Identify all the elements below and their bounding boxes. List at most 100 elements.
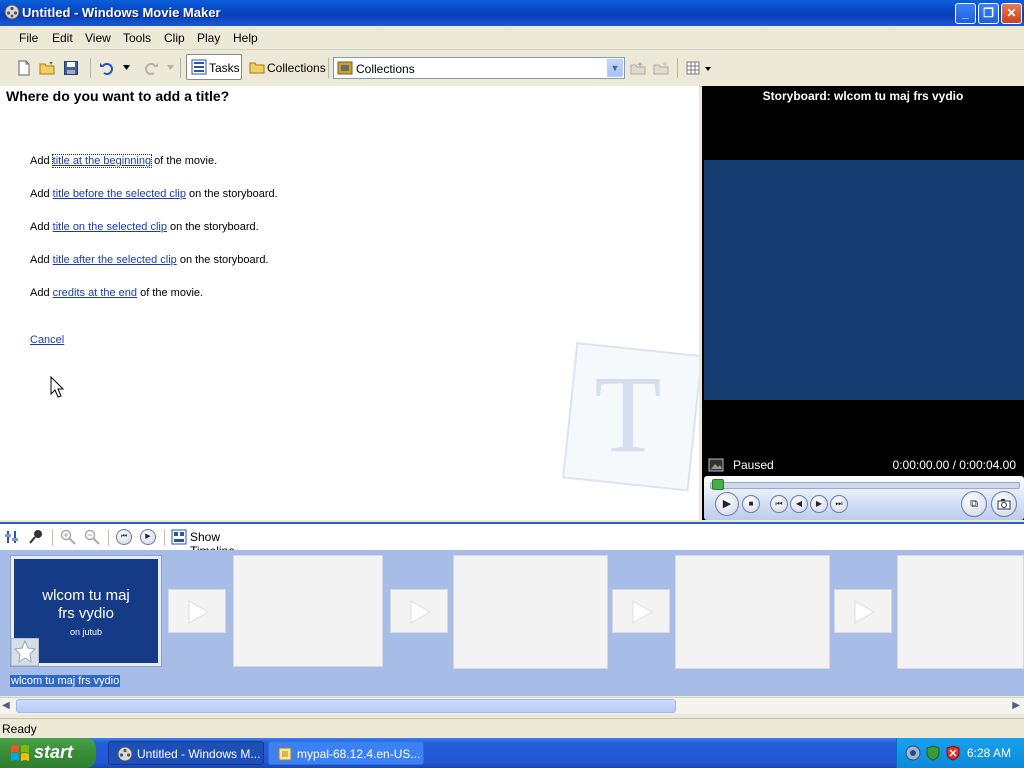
credits-at-end-link[interactable]: credits at the end (53, 287, 137, 299)
option-prefix: Add (30, 221, 53, 233)
transition-slot[interactable] (834, 589, 892, 633)
menu-view[interactable]: View (85, 31, 111, 45)
watermark-letter: T (594, 353, 661, 475)
title-clip[interactable]: wlcom tu maj frs vydio on jutub (10, 555, 162, 667)
empty-clip-slot[interactable] (233, 555, 383, 667)
save-project-icon[interactable] (63, 60, 79, 76)
play-button[interactable]: ▶ (715, 492, 739, 516)
previous-frame-button[interactable]: ⏮ (770, 495, 788, 513)
empty-clip-slot[interactable] (675, 555, 830, 669)
empty-clip-slot[interactable] (453, 555, 608, 669)
title-bar[interactable]: Untitled - Windows Movie Maker _ ❐ ✕ (0, 0, 1024, 26)
zoom-in-icon[interactable] (60, 529, 76, 545)
playback-status: Paused (733, 458, 774, 472)
collections-dropdown[interactable]: Collections ▼ (333, 57, 625, 79)
volume-icon[interactable] (905, 745, 921, 761)
playback-controls: ▶ ■ ⏮ ◀ ▶ ⏭ ⧉ (704, 476, 1024, 520)
camera-icon (997, 499, 1011, 510)
scrollbar-thumb[interactable] (16, 699, 676, 713)
play-storyboard-button[interactable]: ▶ (140, 529, 156, 545)
show-timeline-button[interactable]: Show Timeline (170, 526, 262, 558)
taskbar: start Untitled - Windows M... mypal-68.1… (0, 738, 1024, 768)
monitor-title: Storyboard: wlcom tu maj frs vydio (762, 89, 964, 103)
window-title: Untitled - Windows Movie Maker (22, 5, 221, 20)
monitor-status-bar: Paused 0:00:00.00 / 0:00:04.00 (702, 454, 1024, 476)
new-collection-folder-icon[interactable] (653, 60, 669, 76)
storyboard-scrollbar[interactable]: ◀ ▶ (0, 697, 1024, 714)
security-alert-icon[interactable] (945, 745, 961, 761)
option-prefix: Add (30, 188, 53, 200)
menu-play[interactable]: Play (197, 31, 220, 45)
toolbar-separator (164, 529, 165, 546)
views-dropdown-icon[interactable] (705, 67, 711, 71)
menu-tools[interactable]: Tools (123, 31, 151, 45)
option-prefix: Add (30, 254, 53, 266)
seek-bar-thumb[interactable] (712, 479, 724, 490)
split-clip-button[interactable]: ⧉ (961, 491, 987, 517)
tasks-button[interactable]: Tasks (186, 54, 242, 80)
up-one-level-icon[interactable] (630, 60, 646, 76)
views-icon[interactable] (686, 61, 700, 75)
take-picture-button[interactable] (991, 491, 1017, 517)
menu-edit[interactable]: Edit (52, 31, 73, 45)
status-text: Ready (2, 722, 37, 736)
clip-title-line-1: wlcom tu maj (42, 587, 130, 604)
transition-slot[interactable] (390, 589, 448, 633)
undo-dropdown-icon[interactable] (123, 65, 130, 70)
close-button[interactable]: ✕ (1001, 3, 1022, 24)
title-before-selected-clip-link[interactable]: title before the selected clip (53, 188, 186, 200)
redo-icon[interactable] (143, 60, 159, 76)
title-at-beginning-link[interactable]: title at the beginning (51, 154, 153, 168)
preview-screen[interactable] (704, 160, 1024, 400)
set-audio-levels-icon[interactable] (5, 530, 19, 544)
start-label: start (34, 742, 74, 762)
collections-button[interactable]: Collections (245, 54, 326, 80)
storyboard-toolbar: ⏮ ▶ Show Timeline (0, 522, 1024, 558)
minimize-button[interactable]: _ (955, 3, 976, 24)
movie-maker-app-icon (4, 4, 20, 20)
menu-clip[interactable]: Clip (164, 31, 185, 45)
add-title-option: Add credits at the end of the movie. (30, 287, 203, 299)
chevron-down-icon[interactable]: ▼ (607, 59, 623, 77)
title-on-selected-clip-link[interactable]: title on the selected clip (53, 221, 167, 233)
undo-icon[interactable] (99, 60, 115, 76)
network-shield-icon[interactable] (925, 745, 941, 761)
cancel-link[interactable]: Cancel (30, 334, 64, 346)
scroll-left-icon[interactable]: ◀ (2, 700, 10, 711)
maximize-button[interactable]: ❐ (978, 3, 999, 24)
title-after-selected-clip-link[interactable]: title after the selected clip (53, 254, 177, 266)
taskbar-button-label: mypal-68.12.4.en-US... (297, 747, 421, 761)
empty-clip-slot[interactable] (897, 555, 1024, 669)
option-prefix: Add (30, 155, 53, 167)
new-project-icon[interactable] (16, 60, 32, 76)
menu-help[interactable]: Help (233, 31, 258, 45)
scroll-right-icon[interactable]: ▶ (1012, 700, 1020, 711)
status-bar: Ready (0, 718, 1024, 739)
taskbar-clock: 6:28 AM (967, 746, 1012, 760)
clip-name-label[interactable]: wlcom tu maj frs vydio (10, 675, 121, 687)
video-effect-star-icon (11, 638, 39, 666)
next-frame-button[interactable]: ⏭ (830, 495, 848, 513)
transition-slot[interactable] (168, 589, 226, 633)
start-button[interactable]: start (0, 738, 96, 768)
transition-slot[interactable] (612, 589, 670, 633)
narrate-timeline-icon[interactable] (28, 529, 44, 545)
redo-dropdown-icon[interactable] (167, 65, 174, 70)
option-suffix: of the movie. (137, 287, 204, 299)
taskbar-button-movie-maker[interactable]: Untitled - Windows M... (108, 741, 264, 765)
toolbar-separator (180, 58, 181, 78)
taskbar-button-mypal[interactable]: mypal-68.12.4.en-US... (268, 741, 424, 765)
rewind-storyboard-button[interactable]: ⏮ (116, 529, 132, 545)
forward-button[interactable]: ▶ (810, 495, 828, 513)
collections-dropdown-value: Collections (356, 62, 415, 76)
folder-icon (249, 62, 265, 74)
seek-bar[interactable] (710, 482, 1020, 489)
menu-file[interactable]: File (19, 31, 38, 45)
zoom-out-icon[interactable] (84, 529, 100, 545)
clip-title-line-2: frs vydio (58, 605, 114, 622)
task-pane-heading: Where do you want to add a title? (6, 88, 230, 104)
movie-maker-icon (117, 746, 133, 762)
open-project-icon[interactable] (39, 60, 55, 76)
back-button[interactable]: ◀ (790, 495, 808, 513)
stop-button[interactable]: ■ (742, 495, 760, 513)
